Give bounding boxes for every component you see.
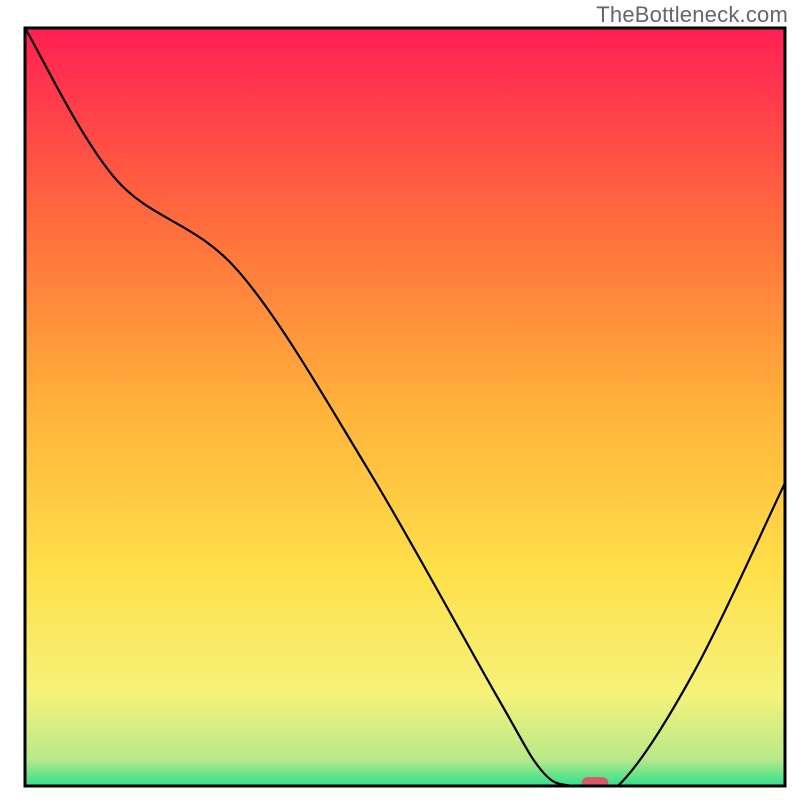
watermark-text: TheBottleneck.com bbox=[596, 2, 788, 28]
chart-container: TheBottleneck.com bbox=[0, 0, 800, 800]
bottleneck-chart bbox=[0, 0, 800, 800]
selected-point-marker bbox=[582, 777, 609, 791]
gradient-background bbox=[25, 28, 785, 786]
